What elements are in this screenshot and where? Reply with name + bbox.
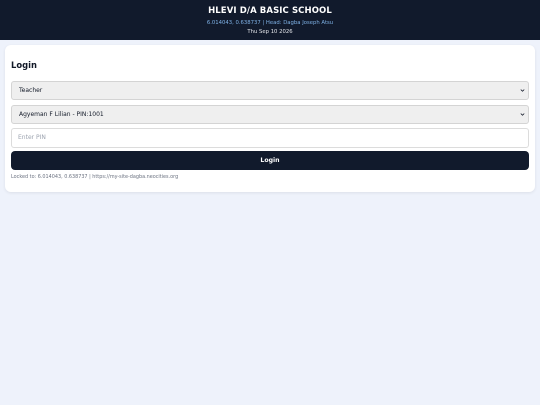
- pin-input[interactable]: Enter PIN: [11, 128, 529, 148]
- role-select[interactable]: Teacher: [11, 81, 529, 100]
- location-lock-note: Locked to: 6.014043, 0.638737 | https://…: [11, 174, 179, 180]
- location-head-info: 6.014043, 0.638737 | Head: Dagba Joseph …: [206, 20, 334, 26]
- teacher-select-value: Agyeman F Lilian - PIN:1001: [19, 111, 104, 118]
- app-header: HLEVI D/A BASIC SCHOOL 6.014043, 0.63873…: [0, 0, 540, 40]
- school-name: HLEVI D/A BASIC SCHOOL: [208, 6, 332, 16]
- pin-input-placeholder: Enter PIN: [18, 134, 46, 141]
- chevron-down-icon: [520, 89, 525, 92]
- login-card: Login Teacher Agyeman F Lilian - PIN:100…: [5, 45, 535, 192]
- login-button[interactable]: Login: [11, 151, 529, 170]
- chevron-down-icon: [520, 113, 525, 116]
- login-title: Login: [11, 60, 37, 70]
- role-select-value: Teacher: [19, 87, 43, 94]
- current-date: Thu Sep 10 2026: [247, 29, 293, 35]
- teacher-select[interactable]: Agyeman F Lilian - PIN:1001: [11, 105, 529, 124]
